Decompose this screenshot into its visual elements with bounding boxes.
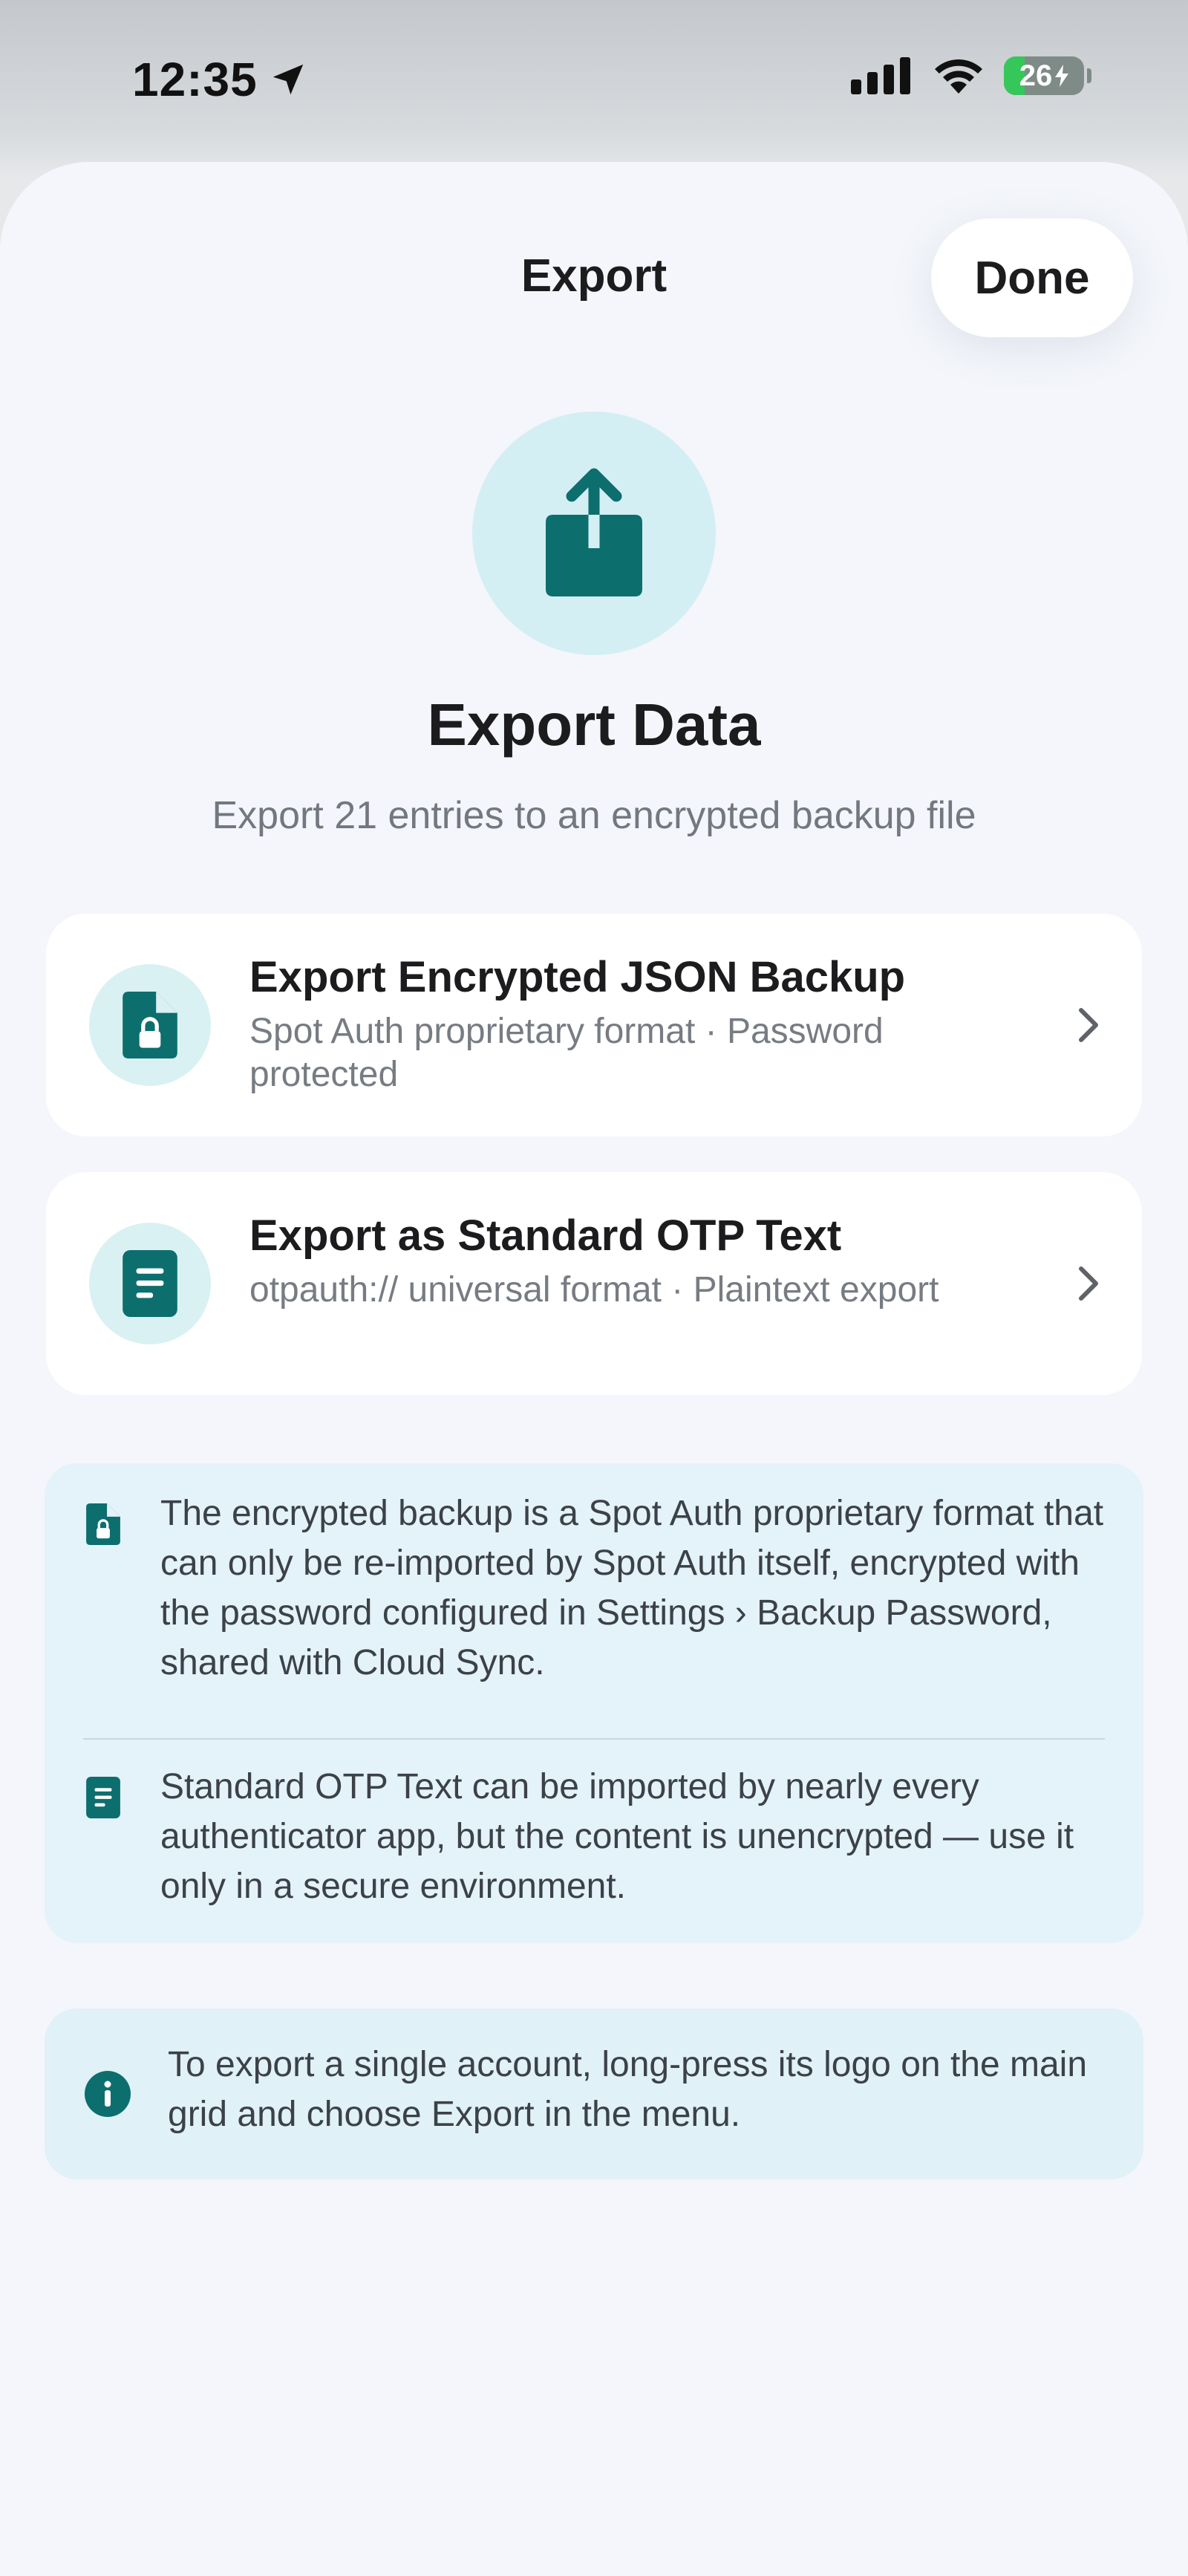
hero-title: Export Data: [427, 692, 761, 758]
chevron-right-icon: [1079, 1008, 1098, 1042]
wifi-icon: [935, 59, 982, 94]
export-info-box: The encrypted backup is a Spot Auth prop…: [45, 1463, 1143, 1943]
option-title: Export as Standard OTP Text: [249, 1211, 842, 1260]
signal-icon: [851, 57, 910, 94]
hero-icon-circle: [472, 412, 716, 655]
status-indicators: 26: [851, 56, 1091, 95]
export-otp-text-option[interactable]: Export as Standard OTP Text otpauth:// u…: [46, 1172, 1142, 1395]
chevron-right-icon: [1079, 1266, 1098, 1301]
option-description: Spot Auth proprietary format · Password …: [249, 1012, 884, 1094]
tip-text: To export a single account, long-press i…: [168, 2045, 1088, 2134]
share-upload-icon: [546, 468, 642, 596]
single-account-tip: To export a single account, long-press i…: [45, 2009, 1143, 2179]
location-arrow-icon: [272, 64, 303, 95]
option-icon-circle: [89, 964, 211, 1086]
battery-cap: [1087, 68, 1091, 83]
option-icon-circle: [89, 1223, 211, 1344]
done-button[interactable]: Done: [931, 218, 1133, 337]
option-description: otpauth:// universal format · Plaintext …: [249, 1270, 939, 1310]
plaintext-info-text: Standard OTP Text can be imported by nea…: [160, 1767, 1074, 1906]
locked-file-icon: [86, 1503, 120, 1545]
status-bar: 12:35 26: [0, 0, 1188, 156]
locked-file-icon: [123, 992, 177, 1058]
option-title: Export Encrypted JSON Backup: [249, 953, 906, 1001]
encrypted-info-text: The encrypted backup is a Spot Auth prop…: [160, 1494, 1104, 1682]
time-label: 12:35: [132, 53, 258, 106]
text-document-icon: [123, 1250, 177, 1317]
export-encrypted-json-option[interactable]: Export Encrypted JSON Backup Spot Auth p…: [46, 914, 1142, 1136]
battery-level: 26: [1019, 59, 1053, 92]
hero-subtitle: Export 21 entries to an encrypted backup…: [212, 794, 976, 837]
status-time: 12:35: [132, 52, 308, 107]
battery-charging-icon: 26: [1004, 56, 1084, 95]
info-circle-icon: [85, 2071, 131, 2117]
export-sheet: Export Done Export Data Export 21 entrie…: [0, 162, 1188, 2576]
bolt-icon: [1055, 65, 1069, 87]
info-divider: [83, 1738, 1105, 1740]
text-document-icon: [86, 1777, 120, 1818]
